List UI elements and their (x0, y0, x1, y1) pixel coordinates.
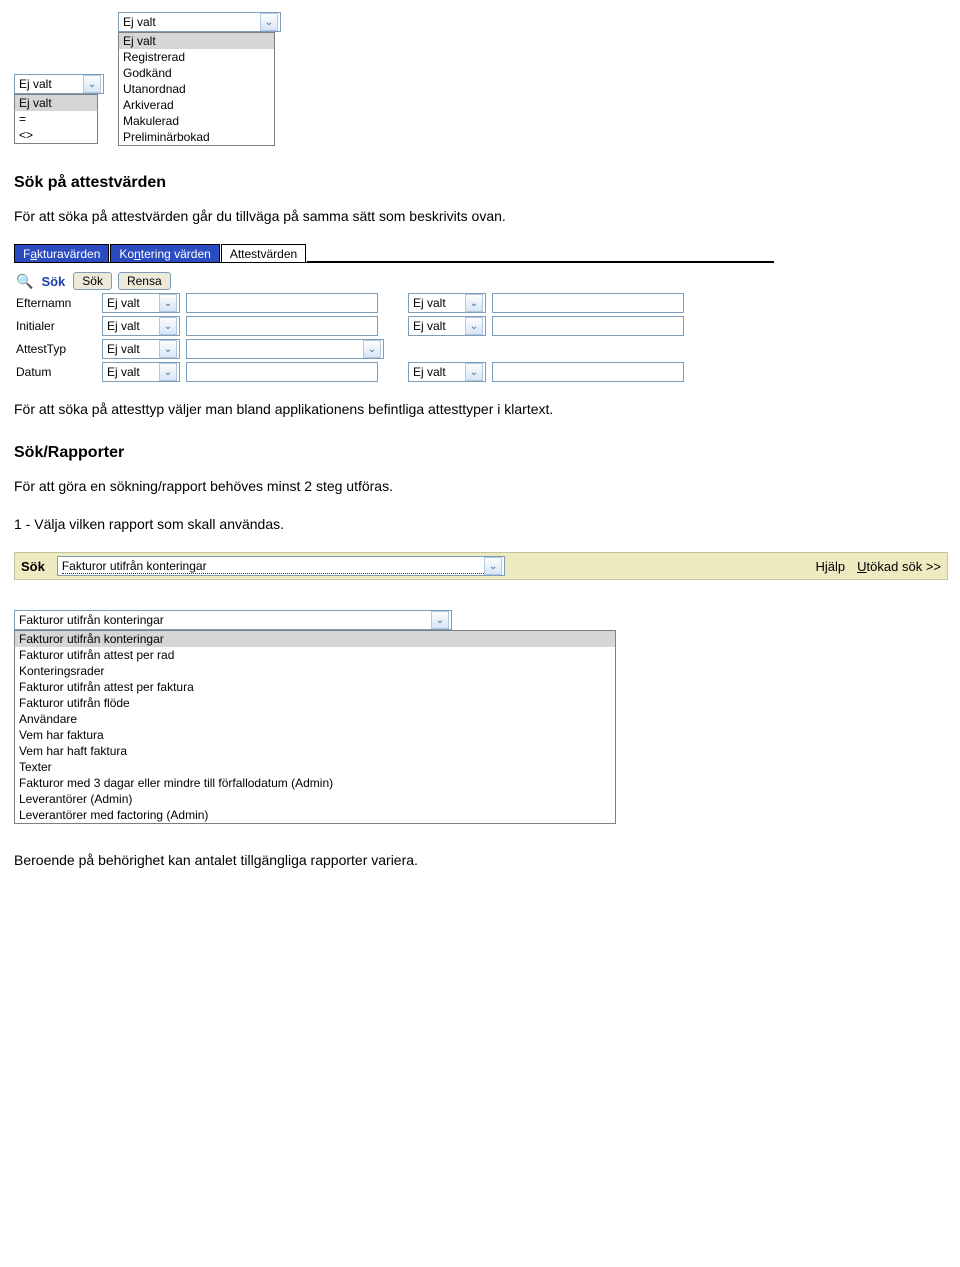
hjalp-link[interactable]: Hjälp (816, 559, 846, 574)
list-item[interactable]: Fakturor utifrån attest per faktura (15, 679, 615, 695)
datum-input[interactable] (186, 362, 378, 382)
chevron-down-icon: ⌄ (159, 340, 177, 358)
list-item[interactable]: Användare (15, 711, 615, 727)
list-item[interactable]: Utanordnad (119, 81, 274, 97)
chevron-down-icon: ⌄ (260, 13, 278, 31)
list-item[interactable]: Registrerad (119, 49, 274, 65)
datum-op2[interactable]: Ej valt⌄ (408, 362, 486, 382)
chevron-down-icon: ⌄ (465, 317, 483, 335)
list-item[interactable]: Leverantörer (Admin) (15, 791, 615, 807)
paragraph: För att göra en sökning/rapport behöves … (14, 476, 946, 496)
list-item[interactable]: Vem har faktura (15, 727, 615, 743)
report-list[interactable]: Fakturor utifrån konteringar Fakturor ut… (14, 630, 616, 824)
chevron-down-icon: ⌄ (484, 557, 501, 575)
heading-sok-rapporter: Sök/Rapporter (14, 444, 946, 462)
chevron-down-icon: ⌄ (363, 340, 381, 358)
binoculars-icon: 🔍 (16, 273, 33, 290)
report-dd-closed[interactable]: Fakturor utifrån konteringar ⌄ (14, 610, 452, 630)
sok-toolbar: Sök Fakturor utifrån konteringar ⌄ Hjälp… (14, 552, 948, 580)
attesttyp-select[interactable]: ⌄ (186, 339, 384, 359)
efternamn-input[interactable] (186, 293, 378, 313)
chevron-down-icon: ⌄ (159, 317, 177, 335)
initialer-op2[interactable]: Ej valt⌄ (408, 316, 486, 336)
report-select[interactable]: Fakturor utifrån konteringar ⌄ (57, 556, 505, 576)
list-item[interactable]: Arkiverad (119, 97, 274, 113)
datum-input2[interactable] (492, 362, 684, 382)
chevron-down-icon: ⌄ (83, 75, 101, 93)
paragraph: 1 - Välja vilken rapport som skall använ… (14, 514, 946, 534)
sok-label: Sök (41, 274, 65, 289)
list-item[interactable]: Makulerad (119, 113, 274, 129)
label-efternamn: Efternamn (16, 296, 96, 310)
status-value: Ej valt (123, 15, 156, 29)
search-panel: Fakturavärden Kontering värden Attestvär… (14, 244, 774, 389)
tab-bar: Fakturavärden Kontering värden Attestvär… (14, 244, 774, 263)
tab-fakturavarden[interactable]: Fakturavärden (14, 244, 109, 262)
list-item[interactable]: = (15, 111, 97, 127)
efternamn-input2[interactable] (492, 293, 684, 313)
datum-op[interactable]: Ej valt⌄ (102, 362, 180, 382)
status-list[interactable]: Ej valt Registrerad Godkänd Utanordnad A… (118, 32, 275, 146)
label-attesttyp: AttestTyp (16, 342, 96, 356)
sok-label: Sök (21, 559, 45, 574)
label-datum: Datum (16, 365, 96, 379)
sok-button[interactable]: Sök (73, 272, 112, 290)
list-item[interactable]: Ej valt (119, 33, 274, 49)
utokad-sok-link[interactable]: Utökad sök >> (857, 559, 941, 574)
chevron-down-icon: ⌄ (159, 363, 177, 381)
chevron-down-icon: ⌄ (159, 294, 177, 312)
list-item[interactable]: Fakturor utifrån flöde (15, 695, 615, 711)
status-dropdown[interactable]: Ej valt ⌄ Ej valt Registrerad Godkänd Ut… (118, 12, 281, 146)
efternamn-op[interactable]: Ej valt⌄ (102, 293, 180, 313)
chevron-down-icon: ⌄ (431, 611, 449, 629)
chevron-down-icon: ⌄ (465, 294, 483, 312)
rensa-button[interactable]: Rensa (118, 272, 171, 290)
operator-dropdown[interactable]: Ej valt ⌄ Ej valt = <> (14, 74, 104, 144)
tab-kontering[interactable]: Kontering värden (110, 244, 219, 262)
list-item[interactable]: Konteringsrader (15, 663, 615, 679)
paragraph: För att söka på attestvärden går du till… (14, 206, 946, 226)
report-dropdown-expanded[interactable]: Fakturor utifrån konteringar ⌄ Fakturor … (14, 610, 946, 824)
attesttyp-op[interactable]: Ej valt⌄ (102, 339, 180, 359)
operator-list[interactable]: Ej valt = <> (14, 94, 98, 144)
list-item[interactable]: Godkänd (119, 65, 274, 81)
list-item[interactable]: Vem har haft faktura (15, 743, 615, 759)
list-item[interactable]: Ej valt (15, 95, 97, 111)
list-item[interactable]: Leverantörer med factoring (Admin) (15, 807, 615, 823)
operator-value: Ej valt (19, 77, 52, 91)
tab-attestvarden[interactable]: Attestvärden (221, 244, 306, 262)
heading-attestvarden: Sök på attestvärden (14, 174, 946, 192)
chevron-down-icon: ⌄ (465, 363, 483, 381)
label-initialer: Initialer (16, 319, 96, 333)
paragraph: Beroende på behörighet kan antalet tillg… (14, 850, 946, 870)
list-item[interactable]: Preliminärbokad (119, 129, 274, 145)
initialer-op[interactable]: Ej valt⌄ (102, 316, 180, 336)
paragraph: För att söka på attesttyp väljer man bla… (14, 399, 946, 419)
list-item[interactable]: <> (15, 127, 97, 143)
top-dropdowns: Ej valt ⌄ Ej valt = <> Ej valt ⌄ Ej valt… (14, 10, 946, 146)
list-item[interactable]: Fakturor utifrån attest per rad (15, 647, 615, 663)
initialer-input2[interactable] (492, 316, 684, 336)
list-item[interactable]: Texter (15, 759, 615, 775)
list-item[interactable]: Fakturor med 3 dagar eller mindre till f… (15, 775, 615, 791)
efternamn-op2[interactable]: Ej valt⌄ (408, 293, 486, 313)
initialer-input[interactable] (186, 316, 378, 336)
list-item[interactable]: Fakturor utifrån konteringar (15, 631, 615, 647)
